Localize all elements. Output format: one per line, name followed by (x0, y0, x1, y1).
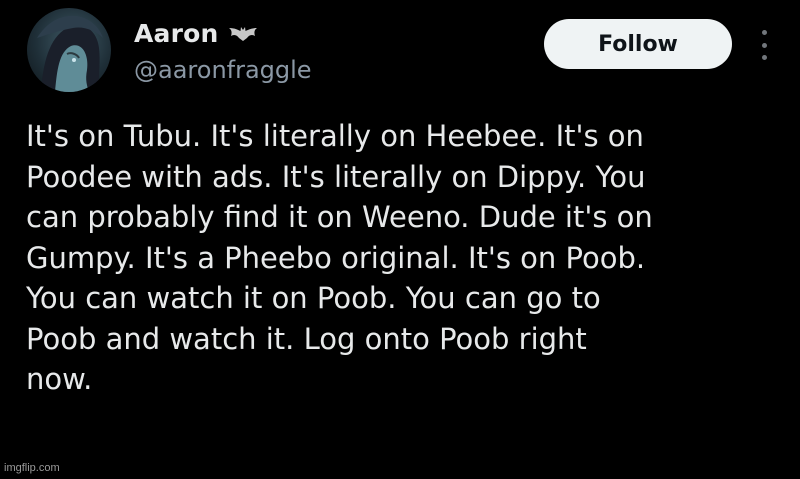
author-row: Aaron (134, 16, 259, 50)
tweet-card: Aaron @aaronfraggle Follow It's on Tubu.… (0, 0, 800, 479)
avatar[interactable] (27, 8, 111, 92)
bat-icon (228, 27, 257, 41)
avatar-icon (37, 15, 103, 92)
follow-button[interactable]: Follow (544, 19, 732, 69)
more-dot (761, 42, 767, 48)
more-dot (761, 55, 767, 60)
watermark: imgflip.com (4, 462, 60, 474)
author-handle[interactable]: @aaronfraggle (134, 56, 312, 84)
tweet-text: It's on Tubu. It's literally on Heebee. … (26, 119, 653, 396)
more-vertical-icon[interactable] (754, 30, 774, 60)
more-dot (761, 30, 767, 35)
display-name[interactable]: Aaron (134, 19, 219, 48)
